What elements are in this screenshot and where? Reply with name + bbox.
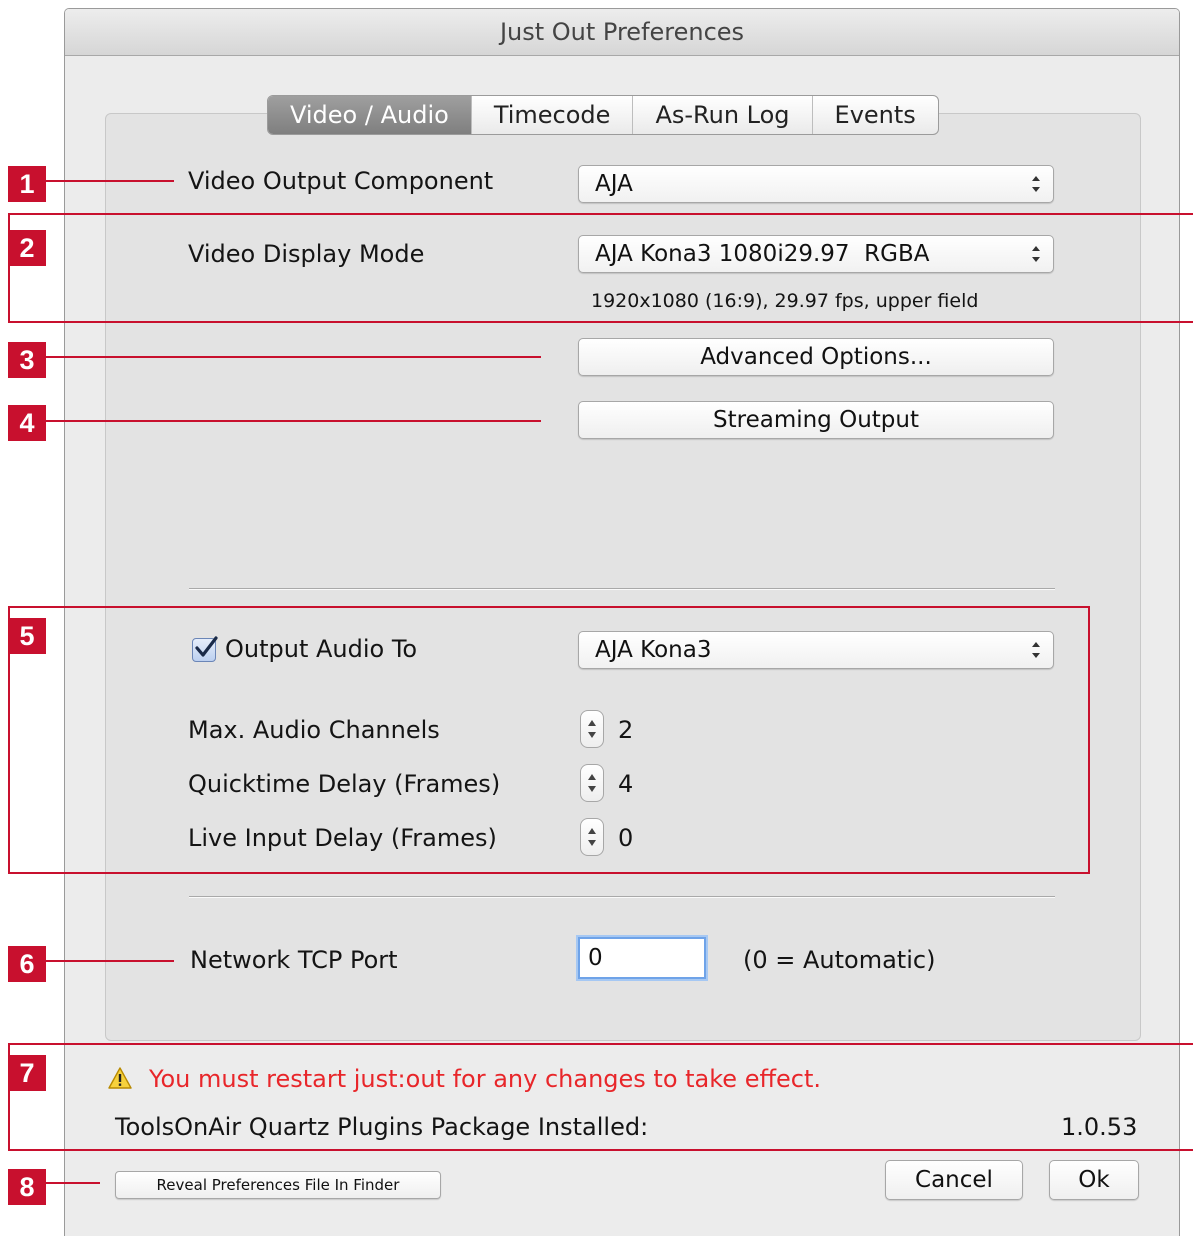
tab-video-audio[interactable]: Video / Audio [268, 96, 471, 134]
tab-bar: Video / Audio Timecode As-Run Log Events [267, 95, 939, 135]
callout-3-line [46, 356, 541, 358]
callout-6-line [46, 960, 174, 962]
network-tcp-port-label: Network TCP Port [190, 946, 398, 974]
callout-3: 3 [8, 342, 46, 378]
ok-button[interactable]: Ok [1049, 1160, 1139, 1200]
callout-5-box [8, 606, 1090, 874]
reveal-preferences-button[interactable]: Reveal Preferences File In Finder [115, 1171, 441, 1199]
streaming-output-button[interactable]: Streaming Output [578, 401, 1054, 439]
callout-8-line [46, 1182, 100, 1184]
video-output-component-label: Video Output Component [188, 167, 494, 195]
tcp-port-hint: (0 = Automatic) [743, 946, 936, 974]
tab-timecode[interactable]: Timecode [470, 96, 633, 134]
callout-4-line [46, 420, 541, 422]
callout-2-box [8, 213, 1193, 323]
callout-2: 2 [8, 230, 46, 266]
advanced-options-button[interactable]: Advanced Options... [578, 338, 1054, 376]
callout-1-line [46, 180, 174, 182]
tab-events[interactable]: Events [811, 96, 938, 134]
callout-7-box [8, 1043, 1193, 1151]
cancel-button[interactable]: Cancel [885, 1160, 1023, 1200]
separator [189, 896, 1055, 898]
callout-7: 7 [8, 1055, 46, 1091]
video-output-component-value: AJA [595, 171, 633, 197]
callout-4: 4 [8, 405, 46, 441]
popup-arrows-icon [1032, 176, 1040, 192]
video-output-component-popup[interactable]: AJA [578, 165, 1054, 203]
tab-as-run-log[interactable]: As-Run Log [632, 96, 811, 134]
window-title: Just Out Preferences [499, 18, 745, 46]
callout-5: 5 [8, 618, 46, 654]
callout-1: 1 [8, 166, 46, 202]
separator [189, 588, 1055, 590]
callout-8: 8 [8, 1169, 46, 1205]
network-tcp-port-input[interactable] [578, 937, 706, 979]
callout-6: 6 [8, 946, 46, 982]
